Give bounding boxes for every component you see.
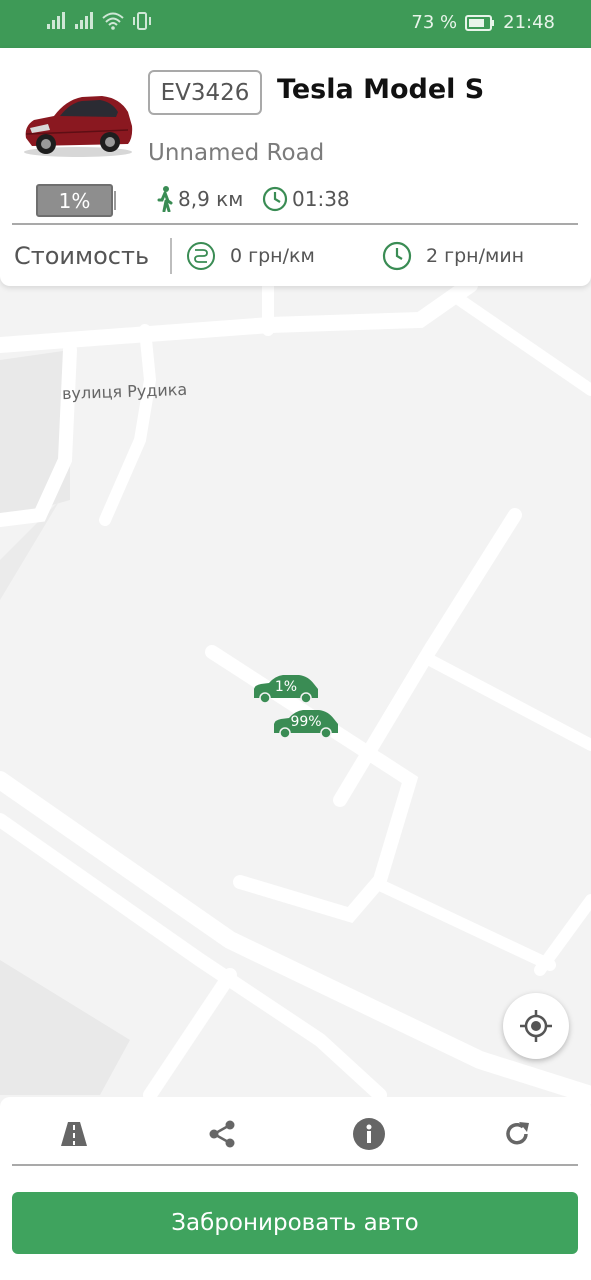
route-icon xyxy=(187,242,215,270)
refresh-button[interactable] xyxy=(492,1109,542,1159)
signal-icon xyxy=(47,12,65,29)
card-divider xyxy=(12,223,578,225)
cost-divider xyxy=(170,238,172,274)
vibrate-icon xyxy=(133,12,151,30)
per-km-value: 0 грн/км xyxy=(230,245,315,267)
walk-time: 01:38 xyxy=(262,186,350,212)
clock-time: 21:48 xyxy=(503,12,555,33)
battery-percent: 73 % xyxy=(411,12,458,33)
bottom-divider xyxy=(12,1164,578,1166)
signal-icon xyxy=(75,12,93,29)
bottom-panel: Забронировать авто xyxy=(0,1097,591,1280)
walk-distance: 8,9 км xyxy=(156,186,243,212)
car-photo xyxy=(24,96,133,157)
walk-icon xyxy=(157,186,173,212)
per-min-value: 2 грн/мин xyxy=(426,245,525,267)
refresh-icon xyxy=(506,1122,529,1145)
car-marker[interactable]: 99% xyxy=(271,709,341,739)
share-icon xyxy=(209,1120,235,1148)
vehicle-model: Tesla Model S xyxy=(277,74,485,105)
share-button[interactable] xyxy=(197,1109,247,1159)
cost-label: Стоимость xyxy=(14,242,150,270)
vehicle-card[interactable]: EV3426 Tesla Model S Unnamed Road 1% 8,9… xyxy=(0,48,591,286)
vehicle-battery: 1% xyxy=(36,184,116,217)
wifi-icon xyxy=(102,12,124,30)
locate-icon xyxy=(520,1010,552,1042)
cost-per-km: 0 грн/км xyxy=(186,241,315,271)
info-button[interactable] xyxy=(344,1109,394,1159)
road-icon xyxy=(61,1122,87,1146)
distance-value: 8,9 км xyxy=(178,187,244,211)
cost-per-minute: 2 грн/мин xyxy=(382,241,524,271)
battery-icon xyxy=(465,14,495,31)
action-bar xyxy=(0,1109,591,1159)
plate-number: EV3426 xyxy=(148,70,262,115)
clock-icon xyxy=(382,241,412,271)
battery-tip xyxy=(114,191,116,210)
battery-label: 1% xyxy=(58,188,91,213)
car-marker[interactable]: 1% xyxy=(251,674,321,704)
status-bar: 73 % 21:48 xyxy=(0,0,591,48)
info-icon xyxy=(353,1118,385,1150)
marker-label: 1% xyxy=(274,679,298,695)
clock-icon xyxy=(262,186,288,212)
book-car-button[interactable]: Забронировать авто xyxy=(12,1192,578,1254)
time-value: 01:38 xyxy=(292,187,350,211)
road-button[interactable] xyxy=(49,1109,99,1159)
marker-label: 99% xyxy=(290,714,322,730)
vehicle-address: Unnamed Road xyxy=(148,140,325,166)
locate-button[interactable] xyxy=(503,993,569,1059)
